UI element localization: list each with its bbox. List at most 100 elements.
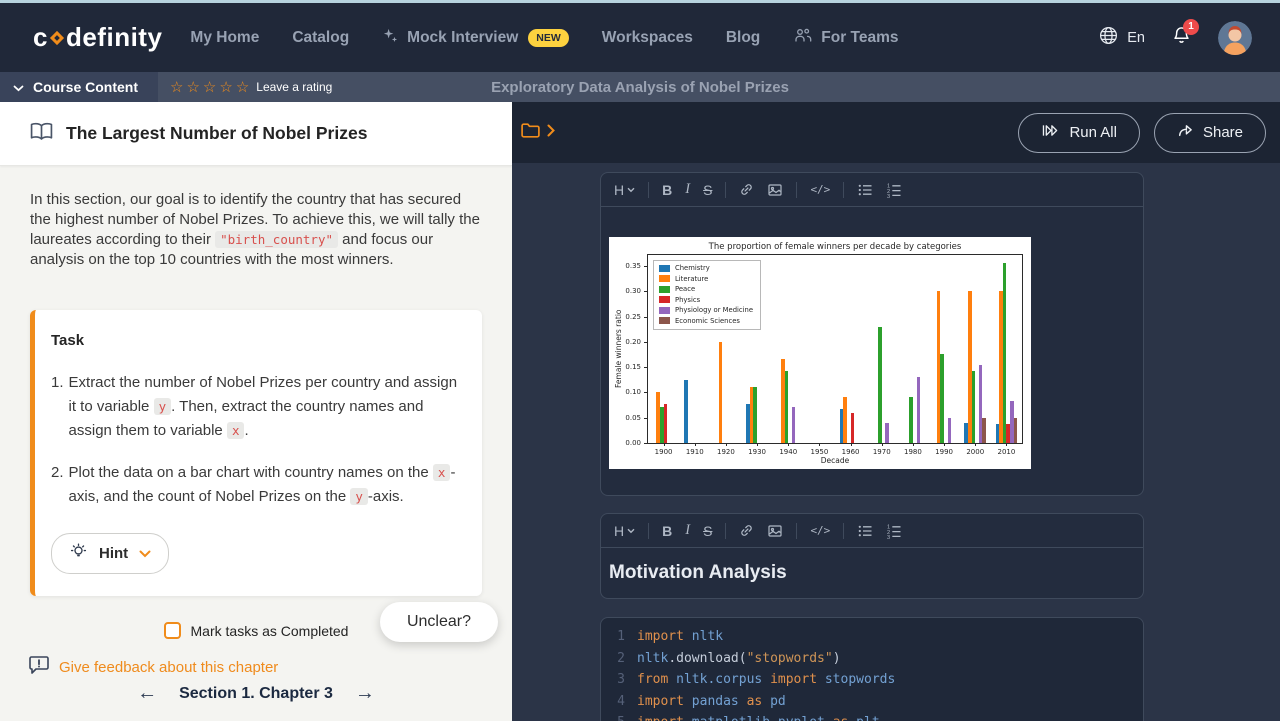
prev-chapter-arrow[interactable]: ← <box>137 682 157 705</box>
link-button[interactable] <box>739 523 754 538</box>
italic-button[interactable]: I <box>685 181 690 198</box>
chart-figure: The proportion of female winners per dec… <box>609 237 1031 469</box>
code-cell[interactable]: 1import nltk2nltk.download("stopwords")3… <box>600 617 1144 721</box>
chart-bar <box>684 380 688 443</box>
avatar[interactable] <box>1218 21 1252 55</box>
leave-rating-label[interactable]: Leave a rating <box>256 80 332 94</box>
codefinity-logo[interactable]: cdefinity <box>33 22 162 53</box>
code-button[interactable]: </> <box>810 524 830 537</box>
chart-bar <box>851 413 855 443</box>
chart-bar <box>1003 263 1007 443</box>
hint-label: Hint <box>99 545 128 562</box>
next-chapter-arrow[interactable]: → <box>355 682 375 705</box>
share-button[interactable]: Share <box>1154 113 1266 153</box>
code-line[interactable]: 2nltk.download("stopwords") <box>601 648 1143 670</box>
nav-item-for-teams[interactable]: For Teams <box>793 27 898 48</box>
chart-bar <box>885 423 889 443</box>
code-line[interactable]: 3from nltk.corpus import stopwords <box>601 669 1143 691</box>
nav-item-my-home[interactable]: My Home <box>190 29 259 47</box>
unclear-button[interactable]: Unclear? <box>380 602 498 642</box>
notebook-panel: Run All Share H B I S <box>512 102 1280 721</box>
strikethrough-button[interactable]: S <box>703 523 712 539</box>
notifications-button[interactable]: 1 <box>1171 25 1192 51</box>
chart-x-axis-label: Decade <box>647 456 1023 465</box>
toolbar-divider <box>843 523 844 539</box>
bold-button[interactable]: B <box>662 182 672 198</box>
link-button[interactable] <box>739 182 754 197</box>
image-button[interactable] <box>767 523 783 539</box>
feedback-bubble-icon <box>28 655 50 680</box>
star-icon[interactable]: ☆ <box>186 78 199 96</box>
bulb-icon <box>69 542 88 565</box>
star-icon[interactable]: ☆ <box>236 78 249 96</box>
sparkles-icon <box>382 27 399 49</box>
numbered-list-button[interactable]: 123 <box>886 523 902 539</box>
new-badge: NEW <box>528 29 569 47</box>
nav-item-mock-interview[interactable]: Mock Interview NEW <box>382 27 569 49</box>
strikethrough-button[interactable]: S <box>703 182 712 198</box>
course-title: Exploratory Data Analysis of Nobel Prize… <box>491 79 789 96</box>
italic-button[interactable]: I <box>685 522 690 539</box>
toolbar-divider <box>796 523 797 539</box>
chevron-down-icon <box>139 545 151 562</box>
task-heading: Task <box>51 332 460 349</box>
heading-button[interactable]: H <box>614 523 635 539</box>
nav-right: En 1 <box>1098 21 1252 55</box>
bullet-list-button[interactable] <box>857 182 873 198</box>
task-item-1: 1. Extract the number of Nobel Prizes pe… <box>51 371 460 443</box>
feedback-link[interactable]: Give feedback about this chapter <box>28 655 278 680</box>
markdown-toolbar: H B I S </> 123 <box>601 514 1143 548</box>
numbered-list-button[interactable]: 123 <box>886 182 902 198</box>
hint-button[interactable]: Hint <box>51 533 169 574</box>
task-card: Task 1. Extract the number of Nobel Priz… <box>30 310 482 596</box>
markdown-cell-body[interactable]: Motivation Analysis <box>601 548 1143 598</box>
code-line[interactable]: 5import matplotlib.pyplot as plt <box>601 712 1143 721</box>
chart-title: The proportion of female winners per dec… <box>647 242 1023 252</box>
course-content-toggle[interactable]: Course Content <box>0 72 158 102</box>
heading-glyph: H <box>614 182 624 198</box>
image-button[interactable] <box>767 182 783 198</box>
inline-code: y <box>350 488 368 505</box>
star-icon[interactable]: ☆ <box>203 78 216 96</box>
chart-plot: 0.000.050.100.150.200.250.300.3519001910… <box>647 254 1023 444</box>
nav-item-catalog[interactable]: Catalog <box>292 29 349 47</box>
heading-button[interactable]: H <box>614 182 635 198</box>
star-icon[interactable]: ☆ <box>219 78 232 96</box>
bullet-list-button[interactable] <box>857 523 873 539</box>
run-all-label: Run All <box>1069 124 1117 141</box>
inline-code: y <box>154 398 172 415</box>
code-line[interactable]: 4import pandas as pd <box>601 691 1143 713</box>
language-selector[interactable]: En <box>1098 25 1145 50</box>
page: cdefinity My Home Catalog Mock Interview… <box>0 0 1280 721</box>
markdown-toolbar: H B I S </> 123 <box>601 173 1143 207</box>
task-item-text: Plot the data on a bar chart with countr… <box>69 461 460 509</box>
run-all-button[interactable]: Run All <box>1018 113 1140 153</box>
nav-item-label: Workspaces <box>602 29 693 47</box>
logo-text-post: definity <box>66 22 162 53</box>
file-tree-toggle[interactable] <box>520 121 556 145</box>
toolbar-divider <box>648 182 649 198</box>
rating-stars[interactable]: ☆ ☆ ☆ ☆ ☆ <box>170 78 249 96</box>
share-icon <box>1177 123 1194 142</box>
bold-button[interactable]: B <box>662 523 672 539</box>
task-item-2: 2. Plot the data on a bar chart with cou… <box>51 461 460 509</box>
chart-bar <box>843 397 847 443</box>
nav-item-blog[interactable]: Blog <box>726 29 760 47</box>
star-icon[interactable]: ☆ <box>170 78 183 96</box>
svg-text:3: 3 <box>887 194 890 198</box>
top-nav: cdefinity My Home Catalog Mock Interview… <box>0 3 1280 72</box>
inline-code: x <box>433 464 451 481</box>
chevron-right-icon <box>547 124 556 142</box>
folder-icon <box>520 121 541 145</box>
chart-bar <box>785 371 789 443</box>
nav-item-label: Blog <box>726 29 760 47</box>
notebook-scroll-area[interactable]: H B I S </> 123 <box>512 163 1280 721</box>
mark-completed-checkbox[interactable] <box>164 622 181 639</box>
task-item-number: 1. <box>51 371 64 443</box>
chapter-label: Section 1. Chapter 3 <box>179 685 333 703</box>
nav-item-workspaces[interactable]: Workspaces <box>602 29 693 47</box>
globe-icon <box>1098 25 1119 50</box>
inline-code: x <box>227 422 245 439</box>
code-button[interactable]: </> <box>810 183 830 196</box>
code-line[interactable]: 1import nltk <box>601 626 1143 648</box>
